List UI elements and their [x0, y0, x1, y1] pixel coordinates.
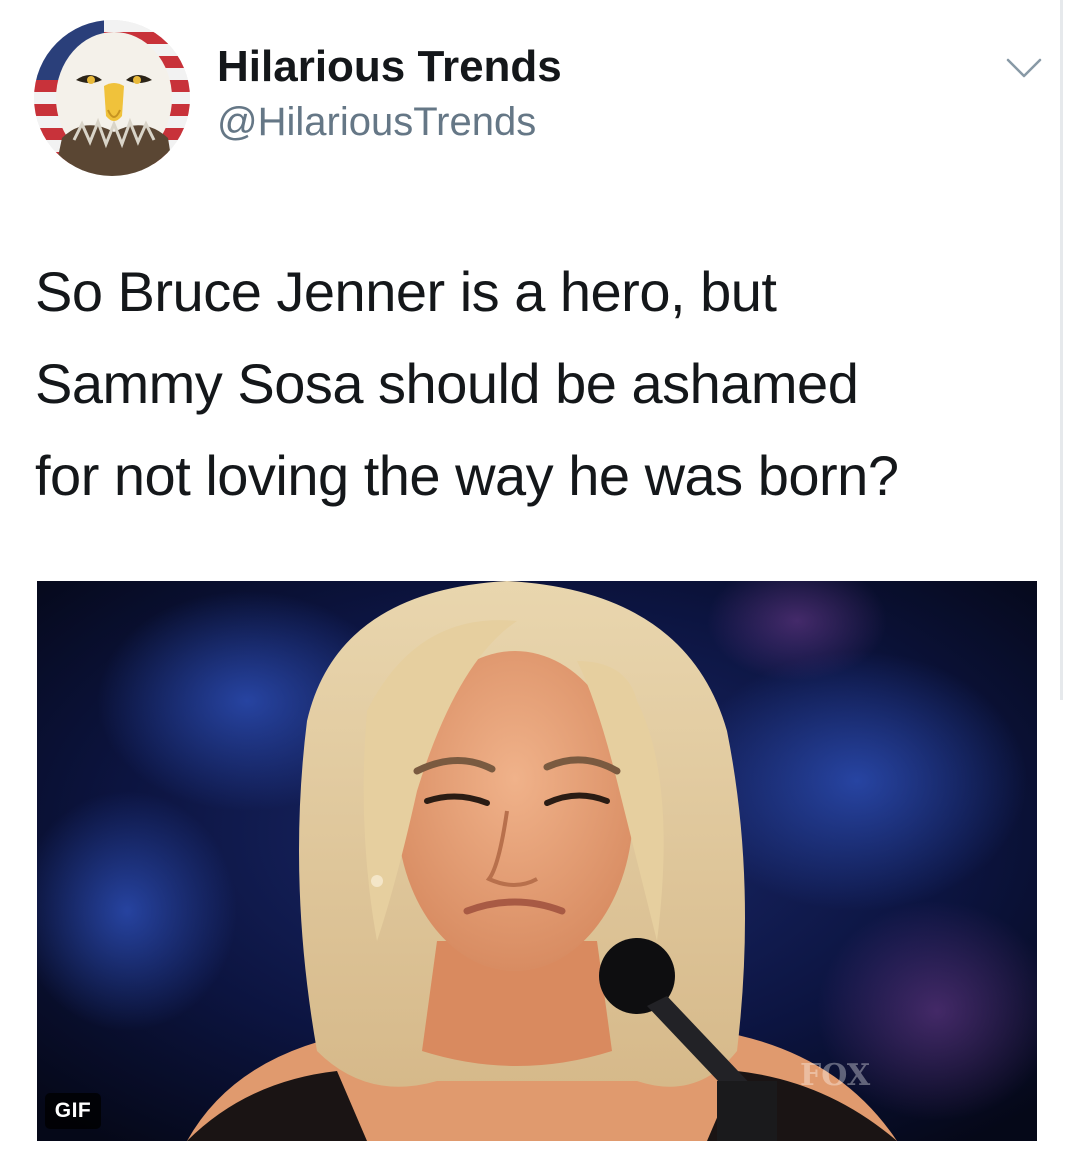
- tweet-text: So Bruce Jenner is a hero, but Sammy Sos…: [35, 246, 1035, 522]
- scrollbar[interactable]: [1060, 0, 1063, 700]
- tweet-text-line: So Bruce Jenner is a hero, but: [35, 260, 777, 323]
- tweet-card: Hilarious Trends @HilariousTrends So Bru…: [0, 0, 1073, 1152]
- tweet-text-line: Sammy Sosa should be ashamed: [35, 352, 859, 415]
- author-handle[interactable]: @HilariousTrends: [217, 98, 536, 146]
- fox-watermark: FOX: [800, 1058, 871, 1093]
- tweet-text-line: for not loving the way he was born?: [35, 444, 899, 507]
- gif-badge: GIF: [45, 1093, 101, 1129]
- author-avatar[interactable]: [34, 20, 190, 176]
- bald-eagle-flag-avatar-icon: [34, 20, 190, 176]
- author-display-name[interactable]: Hilarious Trends: [217, 42, 562, 92]
- tweet-menu-button[interactable]: [1004, 54, 1044, 82]
- chevron-down-icon: [1006, 58, 1042, 78]
- gif-frame-image: [37, 581, 1037, 1141]
- tweet-gif-media[interactable]: [37, 581, 1037, 1141]
